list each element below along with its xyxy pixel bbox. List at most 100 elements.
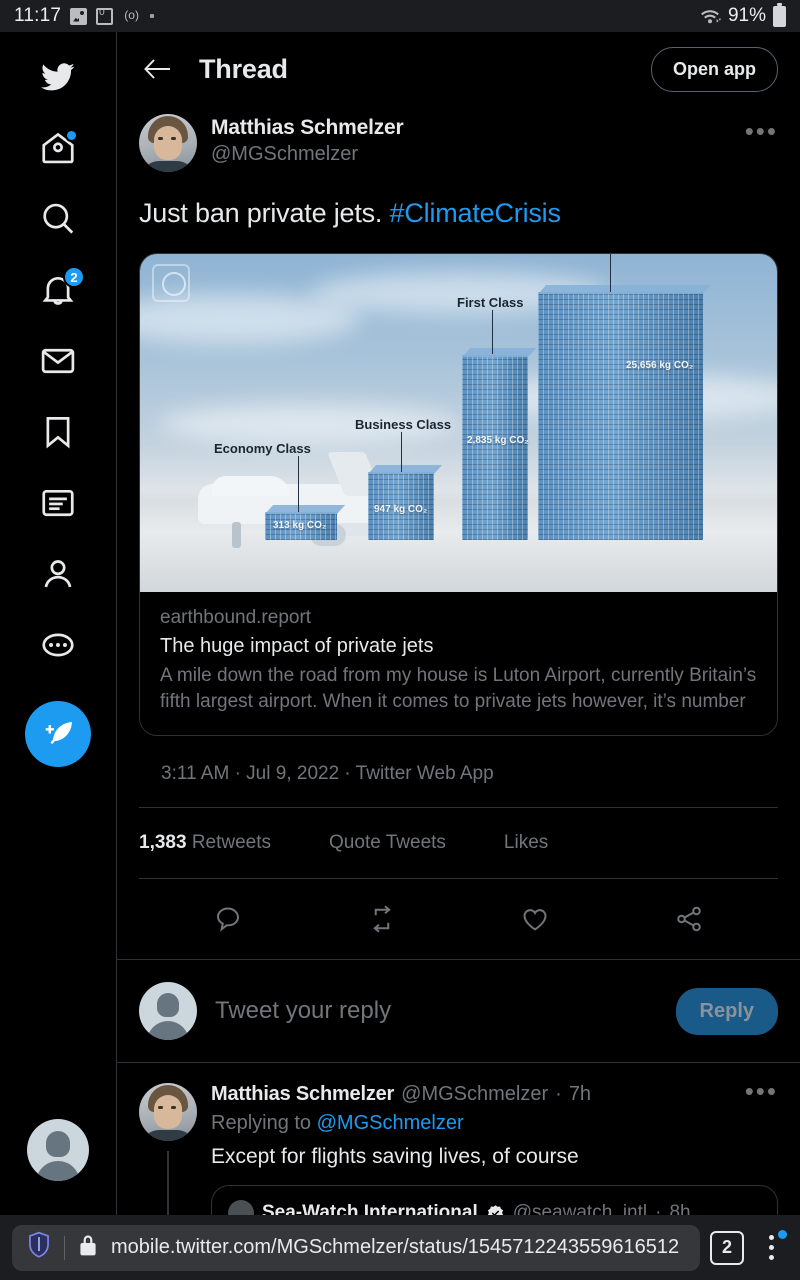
reply-separator: · bbox=[555, 1083, 562, 1106]
reply-composer[interactable]: Tweet your reply Reply bbox=[117, 959, 800, 1062]
avatar-head bbox=[157, 993, 179, 1018]
quoted-author-name: Sea-Watch International bbox=[262, 1202, 478, 1215]
wifi-icon bbox=[699, 7, 721, 25]
stat-quote-tweets[interactable]: Quote Tweets bbox=[329, 832, 446, 854]
sidebar-item-home[interactable] bbox=[27, 117, 89, 179]
retweets-count: 1,383 bbox=[139, 832, 187, 854]
outlook-icon bbox=[96, 7, 114, 25]
url-bar[interactable]: mobile.twitter.com/MGSchmelzer/status/15… bbox=[12, 1224, 700, 1271]
kebab-dot bbox=[768, 1255, 774, 1260]
replying-to-handle[interactable]: @MGSchmelzer bbox=[317, 1112, 464, 1134]
reply-text: Except for flights saving lives, of cour… bbox=[211, 1145, 579, 1169]
sidebar-item-messages[interactable] bbox=[27, 330, 89, 392]
reply-author-handle[interactable]: @MGSchmelzer bbox=[401, 1083, 548, 1106]
sidebar-item-search[interactable] bbox=[27, 188, 89, 250]
shield-icon[interactable] bbox=[26, 1231, 52, 1264]
avatar-eye-left bbox=[158, 1106, 163, 1110]
quoted-author-row: Sea-Watch International @seawatch_intl ·… bbox=[228, 1200, 761, 1215]
link-preview-card[interactable]: 313 kg CO₂ Economy Class 947 kg CO₂ Busi… bbox=[139, 253, 778, 737]
avatar[interactable] bbox=[139, 114, 197, 172]
more-options-icon[interactable]: ••• bbox=[745, 114, 778, 144]
reply-body: Matthias Schmelzer @MGSchmelzer · 7h •••… bbox=[211, 1078, 778, 1215]
lock-icon[interactable] bbox=[77, 1232, 99, 1263]
card-description: A mile down the road from my house is Lu… bbox=[160, 665, 757, 713]
twitter-logo-icon[interactable] bbox=[27, 46, 89, 108]
back-arrow-icon[interactable] bbox=[141, 52, 175, 86]
home-badge-dot bbox=[65, 129, 78, 142]
thread-header: Thread Open app bbox=[117, 32, 800, 106]
open-app-button[interactable]: Open app bbox=[650, 46, 778, 92]
main-content: Thread Open app Matthias Schmelzer @MGSc… bbox=[117, 32, 800, 1215]
bar-value-economy: 313 kg CO₂ bbox=[273, 520, 327, 532]
leader-line-business bbox=[401, 432, 402, 473]
kebab-dot bbox=[768, 1235, 774, 1240]
avatar-shoulders bbox=[141, 161, 195, 172]
bar-top-face bbox=[265, 505, 346, 515]
sidebar-item-notifications[interactable]: 2 bbox=[27, 259, 89, 321]
composer-avatar bbox=[139, 982, 197, 1041]
leader-line-private-jet bbox=[610, 254, 611, 293]
quoted-author-handle: @seawatch_intl bbox=[512, 1202, 648, 1215]
retweet-icon[interactable] bbox=[360, 897, 404, 941]
dot-icon bbox=[150, 14, 155, 18]
jumbo-jet-hump bbox=[212, 476, 290, 497]
url-text[interactable]: mobile.twitter.com/MGSchmelzer/status/15… bbox=[111, 1236, 679, 1259]
tweet-stats: 1,383 Retweets Quote Tweets Likes bbox=[117, 808, 800, 878]
quoted-avatar bbox=[228, 1200, 254, 1215]
like-icon[interactable] bbox=[513, 897, 557, 941]
retweets-label: Retweets bbox=[191, 832, 272, 854]
avatar-body bbox=[147, 1021, 189, 1041]
sidebar-item-more[interactable] bbox=[27, 614, 89, 676]
avatar-shoulders bbox=[141, 1130, 195, 1142]
reply-icon[interactable] bbox=[206, 897, 250, 941]
card-domain: earthbound.report bbox=[160, 607, 312, 629]
avatar[interactable] bbox=[139, 1083, 197, 1142]
image-icon bbox=[70, 7, 88, 25]
bar-value-private-jet: 25,656 kg CO₂ bbox=[626, 360, 694, 372]
author-names: Matthias Schmelzer @MGSchmelzer bbox=[211, 114, 404, 166]
tweet-author-row: Matthias Schmelzer @MGSchmelzer ••• bbox=[139, 114, 778, 172]
reply-time: 7h bbox=[568, 1083, 592, 1106]
notifications-badge: 2 bbox=[63, 266, 85, 288]
replying-to-line: Replying to @MGSchmelzer bbox=[211, 1112, 778, 1135]
compose-tweet-button[interactable] bbox=[25, 701, 91, 767]
sidebar-nav: 2 bbox=[0, 32, 117, 1215]
reply-author-name[interactable]: Matthias Schmelzer bbox=[211, 1083, 394, 1106]
card-title: The huge impact of private jets bbox=[160, 635, 434, 658]
bar-label-business: Business Class bbox=[355, 417, 452, 433]
bar-private-jet: 25,656 kg CO₂ bbox=[538, 285, 712, 541]
sidebar-item-profile[interactable] bbox=[27, 543, 89, 605]
reply-tweet: Matthias Schmelzer @MGSchmelzer · 7h •••… bbox=[117, 1062, 800, 1215]
kebab-menu-icon[interactable] bbox=[754, 1228, 788, 1268]
card-image[interactable]: 313 kg CO₂ Economy Class 947 kg CO₂ Busi… bbox=[140, 254, 777, 593]
bar-top-face bbox=[538, 285, 712, 295]
author-handle[interactable]: @MGSchmelzer bbox=[211, 143, 403, 166]
bar-value-first: 2,835 kg CO₂ bbox=[467, 435, 529, 447]
author-display-name[interactable]: Matthias Schmelzer bbox=[211, 116, 404, 140]
quoted-separator: · bbox=[655, 1202, 662, 1215]
reply-button[interactable]: Reply bbox=[675, 987, 778, 1035]
tweet-hashtag-link[interactable]: #ClimateCrisis bbox=[390, 198, 561, 228]
more-options-icon[interactable]: ••• bbox=[745, 1078, 778, 1104]
bar-business-class: 947 kg CO₂ bbox=[368, 465, 443, 541]
sidebar-item-lists[interactable] bbox=[27, 472, 89, 534]
bar-top-face bbox=[462, 348, 537, 358]
sidebar-account-avatar[interactable] bbox=[27, 1119, 89, 1181]
status-bar-right: 91% bbox=[699, 2, 786, 27]
stat-retweets[interactable]: 1,383 Retweets bbox=[139, 832, 271, 854]
sidebar-item-bookmarks[interactable] bbox=[27, 401, 89, 463]
battery-icon bbox=[773, 2, 786, 27]
main-tweet: Matthias Schmelzer @MGSchmelzer ••• Just… bbox=[117, 106, 800, 807]
thread-connector-line bbox=[167, 1151, 169, 1215]
avatar-eye-right bbox=[171, 137, 176, 140]
bar-label-first: First Class bbox=[457, 295, 524, 311]
reply-input[interactable]: Tweet your reply bbox=[215, 997, 391, 1025]
avatar-face bbox=[154, 126, 182, 160]
tweet-text: Just ban private jets. #ClimateCrisis bbox=[139, 196, 778, 231]
quoted-tweet[interactable]: Sea-Watch International @seawatch_intl ·… bbox=[211, 1185, 778, 1215]
share-icon[interactable] bbox=[667, 897, 711, 941]
quoted-time: 8h bbox=[669, 1202, 691, 1215]
stat-likes[interactable]: Likes bbox=[504, 832, 548, 854]
tab-count-button[interactable]: 2 bbox=[710, 1230, 744, 1265]
kebab-dot bbox=[768, 1245, 774, 1250]
